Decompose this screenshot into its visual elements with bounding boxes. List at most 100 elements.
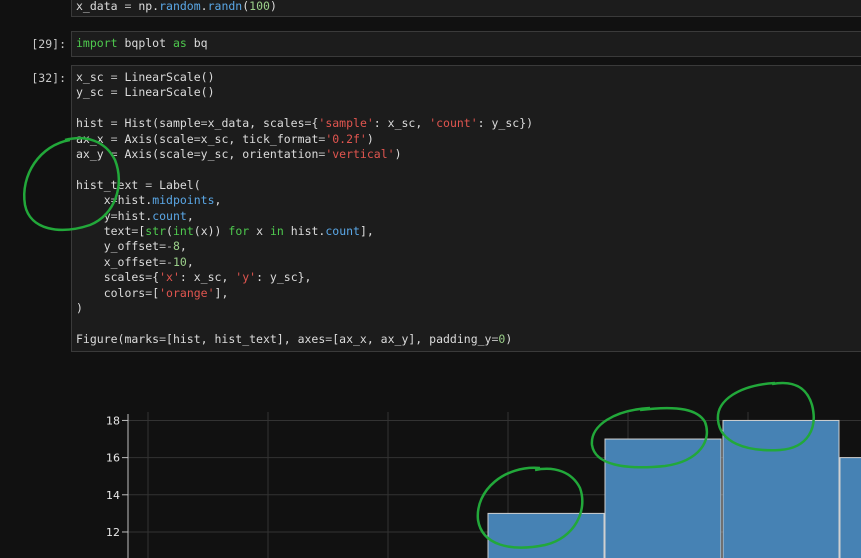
histogram-bar[interactable] [839,457,861,558]
code-token: int [172,224,194,239]
code-token: 'orange' [159,285,215,300]
code-block-32: x_sc = LinearScale() y_sc = LinearScale()… [72,66,861,347]
code-line: text=[str(int(x)) for x in hist.count], [76,224,858,239]
code-token: y_sc, orientation [200,147,319,162]
code-block-29: import bqplot as bq [72,32,861,51]
histogram-figure[interactable]: 12 14 16 18 [0,400,861,558]
code-token: count [325,224,360,239]
code-token: ) [505,331,513,346]
code-token: text [76,224,132,239]
code-token: import [76,36,118,50]
code-token: count [152,208,187,223]
code-token: colors [76,285,146,300]
code-line: hist_text = Label( [76,178,858,193]
code-token: y_sc [76,85,111,100]
code-token: = [159,331,167,346]
code-token: Axis(scale [117,147,194,162]
code-token: hist_text [76,177,146,192]
code-token: x_data, scales [207,116,305,131]
code-token: y_offset [76,239,160,254]
code-line: colors=['orange'], [76,286,858,301]
histogram-bar[interactable] [604,438,722,558]
code-token: '0.2f' [325,131,367,146]
code-token: = [110,116,118,131]
code-token: ], [214,285,229,300]
code-token: 'y' [235,270,257,285]
code-token: 8 [172,239,180,254]
code-token: hist. [283,224,326,239]
code-token: 100 [249,0,270,13]
code-token: ( [166,224,173,239]
code-token: = [110,147,118,162]
code-token: y [76,208,111,223]
code-token: Hist(sample [117,116,201,131]
code-token: = [110,85,118,100]
code-token: = [159,239,167,254]
code-token: LinearScale() [117,70,215,84]
code-token: x_sc [76,70,111,84]
code-token: midpoints [152,193,215,208]
code-token: bqplot [117,36,173,50]
cell-prompt: [29]: [31,37,66,51]
code-token: (x)) [193,224,229,239]
code-token: Figure(marks [76,331,160,346]
code-line: ax_y = Axis(scale=y_sc, orientation='ver… [76,147,858,162]
code-token: hist. [117,193,153,208]
code-token: : y_sc}, [256,270,312,285]
code-token: - [166,239,173,254]
code-token: ) [76,301,83,316]
code-line: y_sc = LinearScale() [76,85,858,100]
code-token: in [269,224,284,239]
code-token: = [193,131,201,146]
code-token: - [166,254,173,269]
code-token: randn [207,0,243,13]
code-input-29[interactable]: import bqplot as bq [71,31,861,57]
cell-prompt: [32]: [31,71,66,85]
code-token: = [193,147,201,162]
code-token: : x_sc, [373,116,430,131]
code-token: for [228,224,250,239]
code-token: = [110,70,118,84]
y-tick-label: 14 [106,489,120,502]
code-token: = [159,254,167,269]
code-token: , [186,254,194,269]
code-token: = [200,116,208,131]
code-token: , [179,239,187,254]
code-line: x_sc = LinearScale() [76,70,858,85]
code-token: 'sample' [318,116,374,131]
code-token: x [76,193,111,208]
code-line: y_offset=-8, [76,239,858,254]
code-token: x_sc, tick_format [200,131,319,146]
code-token: : y_sc}) [477,116,534,131]
code-token: = [110,131,118,146]
code-token: = [110,208,118,223]
code-line: x_data = np.random.randn(100) [76,0,858,14]
code-token: ], [359,224,374,239]
code-token: , [186,208,194,223]
code-token: x_data [76,0,125,13]
code-line: x=hist.midpoints, [76,193,858,208]
code-line: x_offset=-10, [76,255,858,270]
code-token: hist. [117,208,153,223]
y-tick-label: 18 [106,414,120,427]
code-token: ax_x [76,131,111,146]
histogram-bar[interactable] [487,512,605,558]
code-token: 'x' [159,270,180,285]
code-token: [ax_x, ax_y], padding_y [332,331,492,346]
code-input-32[interactable]: x_sc = LinearScale() y_sc = LinearScale()… [71,65,861,352]
code-line: scales={'x': x_sc, 'y': y_sc}, [76,270,858,285]
histogram-bar[interactable] [722,419,840,558]
code-token: ) [394,147,402,162]
y-tick-label: 12 [106,526,120,539]
code-input-previous[interactable]: x_data = np.random.randn(100) [71,0,861,17]
code-token: np. [131,0,160,13]
code-token: ) [366,131,374,146]
y-tick-label: 16 [106,452,120,465]
code-line: Figure(marks=[hist, hist_text], axes=[ax… [76,332,858,347]
code-token: Axis(scale [117,131,194,146]
code-token: LinearScale() [117,85,215,100]
code-line: hist = Hist(sample=x_data, scales={'samp… [76,116,858,131]
